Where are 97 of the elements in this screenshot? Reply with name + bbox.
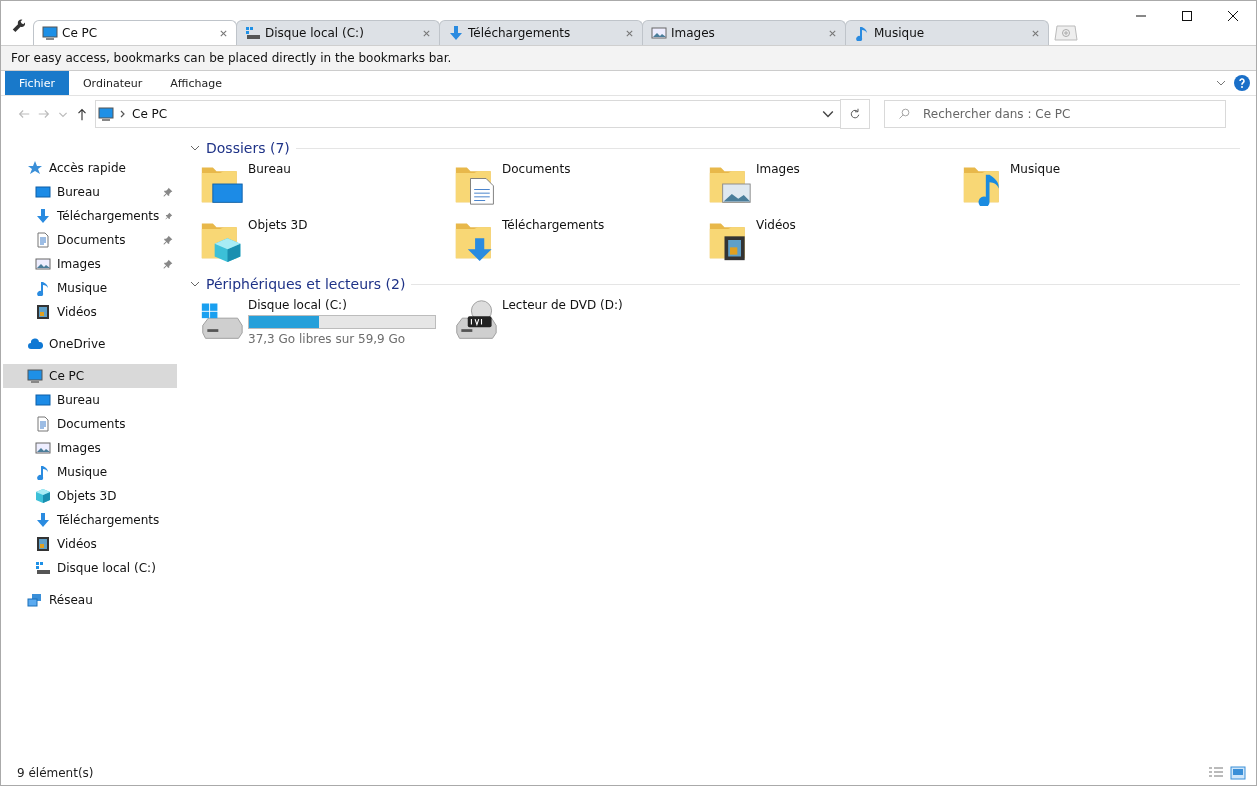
back-arrow-icon[interactable] xyxy=(17,107,31,121)
section-title: Périphériques et lecteurs (2) xyxy=(206,276,406,292)
new-tab-icon[interactable] xyxy=(1054,25,1078,41)
close-icon[interactable] xyxy=(625,28,634,38)
document-icon xyxy=(35,416,51,432)
music-note-icon xyxy=(854,25,870,41)
chevron-icon[interactable] xyxy=(190,279,200,289)
item-name[interactable]: Disque local (C:) xyxy=(248,298,347,312)
browser-tab[interactable]: Ce PC xyxy=(33,20,237,45)
picture-icon xyxy=(35,256,51,272)
address-path: Ce PC xyxy=(132,107,168,121)
free-space-text: 37,3 Go libres sur 59,9 Go xyxy=(248,332,406,346)
item-name[interactable]: Bureau xyxy=(248,162,291,176)
chevron-down-icon[interactable] xyxy=(822,108,834,120)
monitor-icon xyxy=(98,106,114,122)
close-icon[interactable] xyxy=(219,28,228,38)
sidebar-item[interactable]: Ce PC xyxy=(3,364,177,388)
item-name[interactable]: Vidéos xyxy=(756,218,796,232)
ribbon-tab[interactable]: Affichage xyxy=(156,71,236,95)
sidebar-item[interactable]: Documents xyxy=(3,412,177,436)
tab-label: Téléchargements xyxy=(468,26,572,40)
sidebar-item[interactable]: Musique xyxy=(3,460,177,484)
sidebar-item[interactable]: OneDrive xyxy=(3,332,177,356)
sidebar-item[interactable]: Accès rapide xyxy=(3,156,177,180)
tab-label: Ce PC xyxy=(62,26,99,40)
sidebar-item[interactable]: Bureau xyxy=(3,180,177,204)
monitor-icon xyxy=(42,25,58,41)
bookmarks-hint: For easy access, bookmarks can be placed directly in the bookmarks bar. xyxy=(11,51,452,65)
pin-icon[interactable] xyxy=(163,235,173,245)
monitor-icon xyxy=(35,392,51,408)
item-count: 9 élément(s) xyxy=(17,766,94,780)
large-icons-view-icon[interactable] xyxy=(1230,765,1246,781)
up-arrow-icon[interactable] xyxy=(75,107,89,121)
item-name[interactable]: Téléchargements xyxy=(502,218,605,232)
drive-icon xyxy=(245,25,261,41)
film-icon xyxy=(35,304,51,320)
down-arrow-icon xyxy=(35,208,51,224)
item-name[interactable]: Lecteur de DVD (D:) xyxy=(502,298,623,312)
search-field[interactable]: Rechercher dans : Ce PC xyxy=(884,100,1226,128)
item-name[interactable]: Documents xyxy=(502,162,571,176)
sidebar-item[interactable]: Réseau xyxy=(3,588,177,612)
tab-label: Images xyxy=(671,26,716,40)
star-icon xyxy=(27,160,43,176)
film-icon xyxy=(35,536,51,552)
browser-tab[interactable]: Musique xyxy=(845,20,1049,45)
pin-icon[interactable] xyxy=(163,259,173,269)
sidebar-item[interactable]: Objets 3D xyxy=(3,484,177,508)
help-icon[interactable] xyxy=(1234,75,1250,91)
picture-icon xyxy=(35,440,51,456)
pin-icon[interactable] xyxy=(163,187,173,197)
picture-icon xyxy=(651,25,667,41)
sidebar-item[interactable]: Téléchargements xyxy=(3,508,177,532)
close-icon[interactable] xyxy=(828,28,837,38)
chevron-right-icon xyxy=(120,109,126,119)
browser-tab[interactable]: Disque local (C:) xyxy=(236,20,440,45)
ribbon-tab[interactable]: Fichier xyxy=(5,71,69,95)
down-arrow-icon xyxy=(35,512,51,528)
browser-tab[interactable]: Téléchargements xyxy=(439,20,643,45)
down-arrow-icon xyxy=(448,25,464,41)
cube-icon xyxy=(35,488,51,504)
refresh-icon xyxy=(849,108,861,120)
item-name[interactable]: Images xyxy=(756,162,800,176)
wrench-icon[interactable] xyxy=(11,18,25,32)
address-field[interactable]: Ce PC xyxy=(95,100,841,128)
sidebar-item[interactable]: Documents xyxy=(3,228,177,252)
refresh-button[interactable] xyxy=(840,99,870,129)
close-icon[interactable] xyxy=(422,28,431,38)
monitor-icon xyxy=(35,184,51,200)
chevron-down-icon[interactable] xyxy=(1216,78,1226,88)
section-title: Dossiers (7) xyxy=(206,140,290,156)
sidebar-item[interactable]: Images xyxy=(3,252,177,276)
sidebar-item[interactable]: Bureau xyxy=(3,388,177,412)
cloud-icon xyxy=(27,336,43,352)
pin-icon[interactable] xyxy=(165,211,173,221)
sidebar-item[interactable]: Vidéos xyxy=(3,300,177,324)
document-icon xyxy=(35,232,51,248)
ribbon-tab[interactable]: Ordinateur xyxy=(68,71,157,95)
chevron-icon[interactable] xyxy=(190,143,200,153)
music-note-icon xyxy=(35,280,51,296)
close-icon[interactable] xyxy=(1031,28,1040,38)
search-icon xyxy=(898,108,910,120)
drive-icon xyxy=(35,560,51,576)
sidebar-item[interactable]: Images xyxy=(3,436,177,460)
sidebar-item[interactable]: Musique xyxy=(3,276,177,300)
sidebar-item[interactable]: Vidéos xyxy=(3,532,177,556)
item-name[interactable]: Objets 3D xyxy=(248,218,308,232)
forward-arrow-icon[interactable] xyxy=(37,107,51,121)
monitor-icon xyxy=(27,368,43,384)
music-note-icon xyxy=(35,464,51,480)
tab-label: Musique xyxy=(874,26,926,40)
item-name[interactable]: Musique xyxy=(1010,162,1061,176)
network-icon xyxy=(27,592,43,608)
browser-tab[interactable]: Images xyxy=(642,20,846,45)
tab-label: Disque local (C:) xyxy=(265,26,365,40)
sidebar-item[interactable]: Téléchargements xyxy=(3,204,177,228)
dvd-drive-icon xyxy=(454,298,498,342)
sidebar-item[interactable]: Disque local (C:) xyxy=(3,556,177,580)
